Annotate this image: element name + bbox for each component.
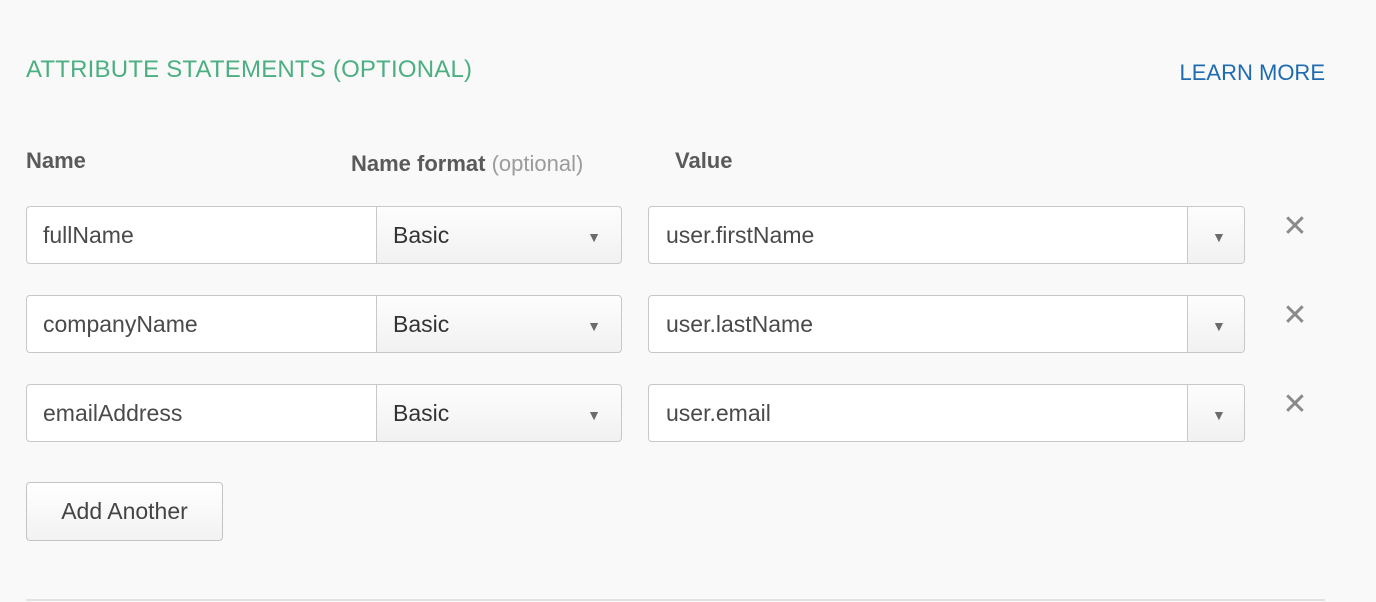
name-format-select[interactable]: Basic ▼ xyxy=(376,295,622,353)
name-format-select[interactable]: Basic ▼ xyxy=(376,384,622,442)
value-dropdown-button[interactable]: ▼ xyxy=(1187,296,1244,352)
attribute-name-input[interactable] xyxy=(26,206,377,264)
section-divider xyxy=(26,599,1325,601)
attribute-value-input[interactable] xyxy=(649,207,1187,263)
chevron-down-icon: ▼ xyxy=(1212,229,1226,245)
attribute-row: Basic ▼ ▼ ✕ xyxy=(0,206,1376,264)
column-header-name-format-label: Name format xyxy=(351,151,486,176)
attribute-value-input[interactable] xyxy=(649,385,1187,441)
remove-row-close-icon[interactable]: ✕ xyxy=(1282,390,1308,420)
attribute-name-input[interactable] xyxy=(26,295,377,353)
chevron-down-icon: ▼ xyxy=(587,407,601,423)
attribute-value-combobox: ▼ xyxy=(648,384,1245,442)
chevron-down-icon: ▼ xyxy=(587,318,601,334)
attribute-value-input[interactable] xyxy=(649,296,1187,352)
section-title: ATTRIBUTE STATEMENTS (OPTIONAL) xyxy=(26,56,473,83)
chevron-down-icon: ▼ xyxy=(1212,318,1226,334)
name-format-select[interactable]: Basic ▼ xyxy=(376,206,622,264)
column-header-value: Value xyxy=(675,148,733,173)
name-format-selected: Basic xyxy=(393,222,450,248)
optional-label: (optional) xyxy=(491,151,584,176)
add-another-button[interactable]: Add Another xyxy=(26,482,223,541)
attribute-statements-section: ATTRIBUTE STATEMENTS (OPTIONAL) LEARN MO… xyxy=(0,0,1376,602)
attribute-value-combobox: ▼ xyxy=(648,206,1245,264)
attribute-name-input[interactable] xyxy=(26,384,377,442)
chevron-down-icon: ▼ xyxy=(1212,407,1226,423)
attribute-row: Basic ▼ ▼ ✕ xyxy=(0,295,1376,353)
column-header-name: Name xyxy=(26,148,86,173)
learn-more-link[interactable]: LEARN MORE xyxy=(1180,60,1325,86)
attribute-row: Basic ▼ ▼ ✕ xyxy=(0,384,1376,442)
name-format-selected: Basic xyxy=(393,311,450,337)
column-header-name-format: Name format (optional) xyxy=(351,151,583,177)
remove-row-close-icon[interactable]: ✕ xyxy=(1282,212,1308,242)
value-dropdown-button[interactable]: ▼ xyxy=(1187,207,1244,263)
value-dropdown-button[interactable]: ▼ xyxy=(1187,385,1244,441)
attribute-value-combobox: ▼ xyxy=(648,295,1245,353)
name-format-selected: Basic xyxy=(393,400,450,426)
remove-row-close-icon[interactable]: ✕ xyxy=(1282,301,1308,331)
chevron-down-icon: ▼ xyxy=(587,229,601,245)
